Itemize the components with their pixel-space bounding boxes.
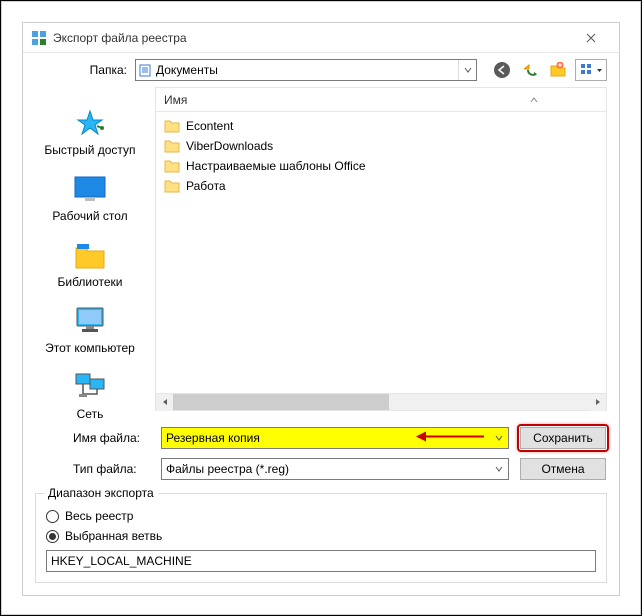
chevron-down-icon[interactable]: [458, 60, 476, 80]
item-label: Настраиваемые шаблоны Office: [186, 159, 366, 173]
new-folder-button[interactable]: [547, 59, 569, 81]
radio-selected-branch[interactable]: Выбранная ветвь: [46, 526, 596, 546]
folder-icon: [164, 118, 180, 134]
place-label: Рабочий стол: [52, 209, 127, 223]
scroll-track[interactable]: [173, 394, 589, 410]
save-button[interactable]: Сохранить: [520, 427, 606, 449]
list-item[interactable]: ViberDownloads: [162, 136, 600, 156]
quick-access-icon: [75, 105, 105, 141]
view-menu-button[interactable]: [575, 59, 607, 81]
up-button[interactable]: [519, 59, 541, 81]
scroll-thumb[interactable]: [173, 394, 389, 410]
list-header[interactable]: Имя: [156, 88, 606, 112]
scroll-left-icon[interactable]: [156, 394, 173, 411]
window-title: Экспорт файла реестра: [53, 31, 571, 45]
filetype-label: Тип файла:: [73, 462, 151, 476]
list-item[interactable]: Работа: [162, 176, 600, 196]
folder-icon: [164, 158, 180, 174]
item-label: Работа: [186, 179, 226, 193]
item-label: Econtent: [186, 119, 233, 133]
filename-input[interactable]: Резервная копия: [161, 427, 509, 449]
item-label: ViberDownloads: [186, 139, 273, 153]
titlebar: Экспорт файла реестра: [23, 23, 619, 53]
filename-value: Резервная копия: [162, 431, 490, 445]
this-pc-icon: [73, 303, 107, 339]
list-item[interactable]: Настраиваемые шаблоны Office: [162, 156, 600, 176]
place-quick-access[interactable]: Быстрый доступ: [35, 99, 145, 163]
branch-path-input[interactable]: HKEY_LOCAL_MACHINE: [46, 550, 596, 572]
scroll-right-icon[interactable]: [589, 394, 606, 411]
back-button[interactable]: [491, 59, 513, 81]
place-this-pc[interactable]: Этот компьютер: [35, 297, 145, 361]
group-title: Диапазон экспорта: [44, 486, 158, 500]
close-button[interactable]: [571, 24, 611, 52]
radio-all-registry[interactable]: Весь реестр: [46, 506, 596, 526]
radio-icon: [46, 510, 59, 523]
lookin-row: Папка: Документы: [23, 53, 619, 87]
lookin-combo[interactable]: Документы: [135, 59, 477, 81]
sort-indicator-icon: [530, 93, 538, 107]
horizontal-scrollbar[interactable]: [156, 393, 606, 410]
form-area: Имя файла: Резервная копия Сохранить Тип…: [23, 417, 619, 493]
network-icon: [73, 369, 107, 405]
filetype-value: Файлы реестра (*.reg): [162, 462, 490, 476]
place-desktop[interactable]: Рабочий стол: [35, 165, 145, 229]
branch-path-value: HKEY_LOCAL_MACHINE: [51, 554, 192, 568]
place-libraries[interactable]: Библиотеки: [35, 231, 145, 295]
place-label: Этот компьютер: [45, 341, 135, 355]
file-list-panel: Имя Econtent ViberDownloads Настраиваемы: [155, 87, 607, 411]
place-label: Быстрый доступ: [44, 143, 135, 157]
nav-toolbar: [491, 59, 607, 81]
column-name: Имя: [164, 93, 187, 107]
folder-icon: [164, 138, 180, 154]
save-button-highlight: Сохранить: [517, 424, 609, 452]
export-range-group: Диапазон экспорта Весь реестр Выбранная …: [35, 493, 607, 583]
lookin-label: Папка:: [73, 63, 127, 77]
documents-icon: [136, 63, 154, 77]
regedit-icon: [31, 30, 47, 46]
radio-label: Весь реестр: [65, 509, 133, 523]
cancel-button[interactable]: Отмена: [520, 458, 606, 480]
radio-icon: [46, 530, 59, 543]
filetype-combo[interactable]: Файлы реестра (*.reg): [161, 458, 509, 480]
radio-label: Выбранная ветвь: [65, 529, 162, 543]
libraries-icon: [74, 237, 106, 273]
filename-label: Имя файла:: [73, 431, 151, 445]
export-registry-dialog: Экспорт файла реестра Папка: Документы: [22, 22, 620, 596]
chevron-down-icon[interactable]: [490, 428, 508, 448]
place-label: Библиотеки: [57, 275, 122, 289]
chevron-down-icon[interactable]: [490, 459, 508, 479]
desktop-icon: [73, 171, 107, 207]
lookin-value: Документы: [154, 63, 458, 77]
places-bar: Быстрый доступ Рабочий стол Библиотеки Э…: [35, 87, 145, 411]
folder-icon: [164, 178, 180, 194]
file-list[interactable]: Econtent ViberDownloads Настраиваемые ша…: [156, 112, 606, 393]
list-item[interactable]: Econtent: [162, 116, 600, 136]
